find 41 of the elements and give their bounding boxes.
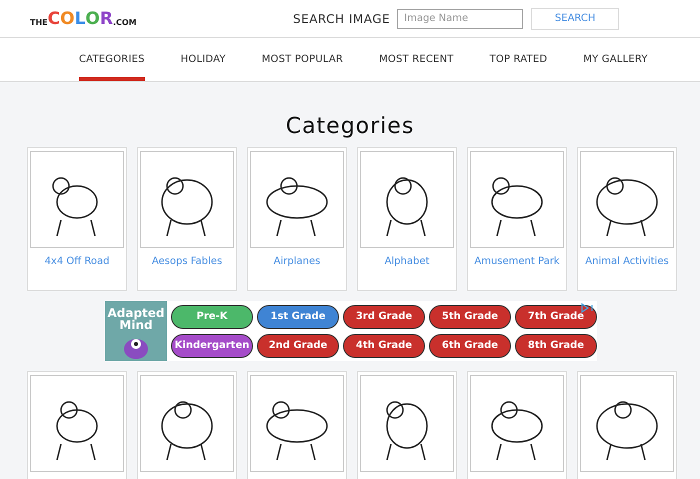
coloring-page-drawing[interactable] xyxy=(30,151,124,248)
search-button[interactable]: SEARCH xyxy=(531,8,620,30)
grade-button[interactable]: 2nd Grade xyxy=(257,334,339,358)
ad-logo: Adapted Mind xyxy=(105,301,167,361)
site-logo[interactable]: THECOLOR.COM xyxy=(0,8,260,28)
coloring-page-drawing[interactable] xyxy=(30,375,124,472)
grade-button[interactable]: 6th Grade xyxy=(429,334,511,358)
coloring-page-drawing[interactable] xyxy=(470,151,564,248)
coloring-page-drawing[interactable] xyxy=(250,151,344,248)
coloring-page-drawing[interactable] xyxy=(470,375,564,472)
nav-tab[interactable]: HOLIDAY xyxy=(180,38,226,81)
coloring-page-drawing[interactable] xyxy=(140,151,234,248)
nav-tab[interactable]: MOST POPULAR xyxy=(262,38,344,81)
grade-button[interactable]: 5th Grade xyxy=(429,304,511,328)
category-link[interactable]: Amusement Park xyxy=(474,256,560,267)
category-link[interactable]: 4x4 Off Road xyxy=(44,256,110,267)
coloring-page-drawing[interactable] xyxy=(250,375,344,472)
search-field[interactable]: Image Name xyxy=(397,8,524,28)
page-heading: Categories xyxy=(284,113,416,141)
coloring-page-drawing[interactable] xyxy=(360,375,454,472)
category-link[interactable]: Alphabet xyxy=(384,256,430,267)
nav-tab[interactable]: MY GALLERY xyxy=(583,38,648,81)
grade-button[interactable]: Kindergarten xyxy=(171,334,253,358)
ad-choices-icon[interactable] xyxy=(581,303,595,313)
category-link[interactable]: Aesops Fables xyxy=(152,256,222,267)
nav-tab[interactable]: TOP RATED xyxy=(490,38,548,81)
ad-banner[interactable]: Adapted Mind Pre-K 1st Grade 3rd Grade 5th Grade 7th Grade Kindergarten 2nd Grade 4th Grade 6th Grade 8th Grade xyxy=(105,301,597,361)
grade-button[interactable]: 8th Grade xyxy=(515,334,597,358)
coloring-page-drawing[interactable] xyxy=(580,151,674,248)
grade-button[interactable]: 7th Grade xyxy=(515,304,597,328)
coloring-page-drawing[interactable] xyxy=(140,375,234,472)
coloring-page-drawing[interactable] xyxy=(360,151,454,248)
coloring-page-drawing[interactable] xyxy=(580,375,674,472)
grade-button[interactable]: 3rd Grade xyxy=(343,304,425,328)
search-label: SEARCH IMAGE xyxy=(293,12,390,26)
grade-button[interactable]: 1st Grade xyxy=(257,304,339,328)
category-link[interactable]: Airplanes xyxy=(274,256,320,267)
nav-tab[interactable]: CATEGORIES xyxy=(79,38,145,81)
grade-button[interactable]: 4th Grade xyxy=(343,334,425,358)
category-link[interactable]: Animal Activities xyxy=(585,256,669,267)
nav-tab[interactable]: MOST RECENT xyxy=(379,38,454,81)
